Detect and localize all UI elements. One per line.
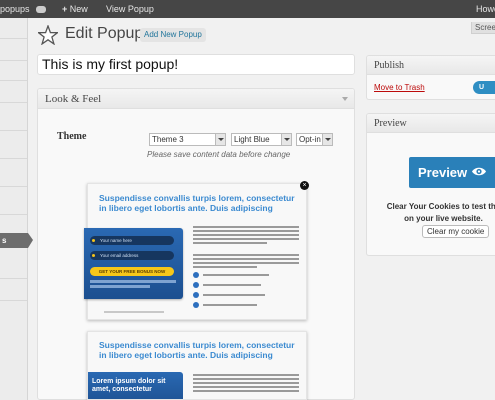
preview-heading: Preview [367,114,495,133]
checklist-item [193,292,273,298]
email-field-preview: Your email address [90,251,174,260]
view-popup-link[interactable]: View Popup [106,0,154,18]
theme-select[interactable]: Theme 3 [149,133,226,146]
menu-divider [0,300,27,301]
menu-divider [0,80,27,81]
popup-optin-form: Your name here Your email address GET YO… [84,228,183,299]
optin-select-value: Opt-in [299,135,321,144]
menu-divider [0,158,27,159]
publish-box: Publish Move to Trash U [366,55,495,100]
active-menu-arrow [28,233,33,248]
screen-options-tab[interactable]: Screen [471,22,495,34]
preview-box: Preview Preview Clear Your Cookies to te… [366,113,495,256]
chevron-down-icon [215,134,225,145]
checklist-item [193,302,273,308]
check-icon [193,292,199,298]
admin-bar: popups + New View Popup Howd [0,0,495,18]
close-icon: × [300,181,309,190]
popup-body-text [193,226,299,246]
howdy-account-link[interactable]: Howd [476,0,495,18]
popup-body-text [193,374,299,394]
look-and-feel-heading[interactable]: Look & Feel [38,89,354,109]
popup-form-headline: Lorem ipsum dolor sit amet, consectetur [92,378,166,393]
popup-body-text [193,254,299,270]
update-button[interactable]: U [473,81,495,94]
checklist-item [193,282,273,288]
form-note-line [90,280,176,283]
optin-select[interactable]: Opt-in [296,133,333,146]
popup-headline: Suspendisse convallis turpis lorem, cons… [99,340,295,360]
move-to-trash-link[interactable]: Move to Trash [374,83,425,92]
name-field-placeholder: Your name here [100,238,132,243]
page-title: Edit Popup [65,25,144,42]
theme-label: Theme [57,131,87,142]
popup-optin-form: Lorem ipsum dolor sit amet, consectetur [88,372,183,399]
site-name-link[interactable]: popups [0,0,30,18]
star-icon [38,25,58,45]
preview-button-label: Preview [418,165,468,180]
comments-icon[interactable] [36,0,46,18]
menu-divider [0,214,27,215]
menu-divider [0,60,27,61]
theme-select-value: Theme 3 [152,135,184,144]
admin-side-menu [0,18,28,400]
clear-cookie-button[interactable]: Clear my cookie [422,225,490,238]
email-field-placeholder: Your email address [100,253,139,258]
menu-item-popups-active[interactable]: s [0,233,28,248]
checklist-item [193,272,273,278]
preview-button[interactable]: Preview [409,157,495,188]
popup-theme-preview[interactable]: × Suspendisse convallis turpis lorem, co… [84,181,309,320]
cookie-instructions: Clear Your Cookies to test the on your l… [386,202,495,223]
check-icon [193,272,199,278]
form-note-line [90,285,150,288]
bonus-button-preview: GET YOUR FREE BONUS NOW [90,267,174,276]
color-select[interactable]: Light Blue [231,133,292,146]
publish-heading: Publish [367,56,495,75]
chevron-down-icon [322,134,332,145]
save-note: Please save content data before change [147,150,291,159]
popup-title-input[interactable]: This is my first popup! [37,54,355,75]
new-content-link[interactable]: + New [62,0,88,18]
menu-divider [0,278,27,279]
eye-icon [472,167,486,176]
popup-footer-line [104,311,164,313]
name-field-preview: Your name here [90,236,174,245]
plus-icon: + [62,4,70,14]
check-icon [193,282,199,288]
menu-divider [0,102,27,103]
add-new-popup-button[interactable]: Add New Popup [140,28,206,42]
color-select-value: Light Blue [234,135,270,144]
popup-headline: Suspendisse convallis turpis lorem, cons… [99,193,295,213]
menu-divider [0,130,27,131]
menu-divider [0,38,27,39]
menu-divider [0,186,27,187]
popup-theme-preview[interactable]: Suspendisse convallis turpis lorem, cons… [87,331,307,400]
new-label: New [69,4,88,14]
check-icon [193,302,199,308]
chevron-down-icon [281,134,291,145]
collapse-toggle-icon[interactable] [342,97,348,101]
